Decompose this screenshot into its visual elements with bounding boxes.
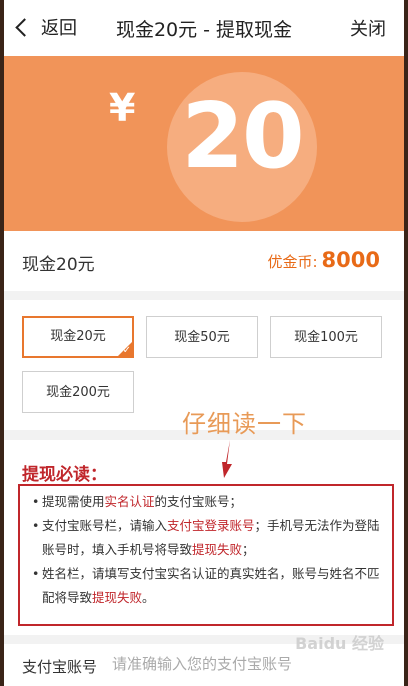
- option-label: 现金100元: [294, 330, 358, 345]
- watermark: Baidu 经验: [295, 634, 384, 653]
- alipay-account-input[interactable]: [110, 654, 314, 674]
- notice-title: 提现必读：: [22, 465, 107, 485]
- check-icon: ✓: [122, 345, 131, 356]
- close-button[interactable]: 关闭: [350, 15, 386, 41]
- notice-rule-1: 提现需使用实名认证的支付宝账号；: [32, 490, 382, 514]
- reward-amount: 20: [181, 84, 304, 189]
- option-cash-200[interactable]: 现金200元: [22, 371, 134, 413]
- rule-text: 的支付宝账号；: [154, 494, 243, 509]
- option-cash-20[interactable]: 现金20元 ✓: [22, 316, 134, 358]
- option-label: 现金200元: [46, 385, 110, 400]
- rule-text: 支付宝账号栏，请输入: [42, 518, 168, 533]
- coin-cost-value: 8000: [321, 248, 380, 272]
- option-cash-50[interactable]: 现金50元: [146, 316, 258, 358]
- rule-highlight: 提现失败: [192, 542, 243, 557]
- cash-name: 现金20元: [22, 255, 95, 275]
- alipay-account-label: 支付宝账号: [22, 658, 98, 676]
- rule-text: 。: [142, 590, 155, 605]
- annotation-text: 仔细读一下: [182, 410, 307, 438]
- rule-text: ；: [242, 542, 255, 557]
- page-title: 现金20元 - 提取现金: [115, 19, 293, 41]
- rule-highlight: 实名认证: [104, 494, 155, 509]
- reward-banner: ¥ 20: [4, 56, 404, 231]
- notice-rule-3: 姓名栏，请填写支付宝实名认证的真实姓名，账号与姓名不匹配将导致提现失败。: [32, 562, 382, 610]
- yen-icon: ¥: [109, 86, 136, 130]
- rule-highlight: 支付宝登录账号: [167, 518, 255, 533]
- coin-cost-label: 优金币:: [267, 253, 318, 271]
- option-cash-100[interactable]: 现金100元: [270, 316, 382, 358]
- rule-text: 提现需使用: [42, 494, 105, 509]
- coin-cost: 优金币: 8000: [267, 248, 380, 272]
- notice-rule-2: 支付宝账号栏，请输入支付宝登录账号；手机号无法作为登陆账号时，填入手机号将导致提…: [32, 514, 382, 562]
- option-label: 现金20元: [50, 329, 106, 344]
- notice-highlight-box: 提现需使用实名认证的支付宝账号； 支付宝账号栏，请输入支付宝登录账号；手机号无法…: [18, 484, 394, 626]
- reward-info-row: 现金20元 优金币: 8000: [4, 231, 404, 291]
- app-screen: 返回 现金20元 - 提取现金 关闭 ¥ 20 现金20元 优金币: 8000 现…: [4, 0, 404, 686]
- top-nav-bar: 返回 现金20元 - 提取现金 关闭: [4, 0, 404, 57]
- annotation-arrow-icon: [222, 440, 232, 478]
- withdraw-notice: 提现必读： 提现需使用实名认证的支付宝账号； 支付宝账号栏，请输入支付宝登录账号…: [4, 440, 404, 635]
- rule-highlight: 提现失败: [92, 590, 143, 605]
- option-label: 现金50元: [174, 330, 230, 345]
